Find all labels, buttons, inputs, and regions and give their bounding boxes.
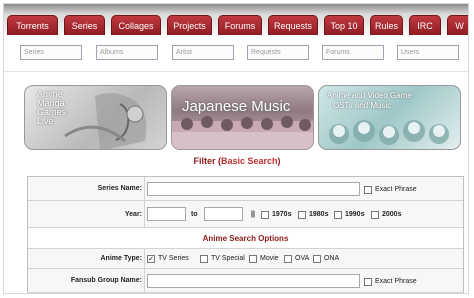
decade-1970s-checkbox[interactable]: [261, 211, 269, 219]
basic-search-link[interactable]: Basic Search: [221, 156, 278, 166]
anime-options-heading-row: Anime Search Options: [28, 228, 463, 249]
tab-rules[interactable]: Rules: [370, 15, 403, 35]
search-users-input[interactable]: Users: [397, 45, 459, 60]
anime-options-heading: Anime Search Options: [202, 234, 289, 243]
search-requests-input[interactable]: Requests: [247, 45, 309, 60]
ova-label: OVA: [295, 255, 310, 262]
column-divider: [144, 249, 145, 268]
top-nav: Torrents Series Collages Projects Forums…: [4, 4, 468, 36]
tab-series[interactable]: Series: [64, 15, 105, 35]
exact-phrase-checkbox[interactable]: [364, 186, 372, 194]
year-row: Year: to || 1970s 1980s 1990s 2000s: [28, 201, 463, 228]
tv-special-checkbox[interactable]: [200, 255, 208, 263]
tab-forums[interactable]: Forums: [218, 15, 262, 35]
movie-checkbox[interactable]: [249, 255, 257, 263]
anime-type-label: Anime Type:: [100, 255, 143, 262]
decade-2000s-checkbox[interactable]: [371, 211, 379, 219]
search-albums-input[interactable]: Albums: [96, 45, 158, 60]
fansub-exact-phrase-checkbox[interactable]: [364, 278, 372, 286]
ona-checkbox[interactable]: [313, 255, 321, 263]
filter-title-text: Filter: [193, 156, 216, 166]
tv-special-label: TV Special: [211, 255, 245, 262]
banner-live-line: Live: [37, 116, 54, 126]
year-separator: ||: [251, 211, 255, 218]
search-forums-input[interactable]: Forums: [322, 45, 384, 60]
decade-1990s-checkbox[interactable]: [334, 211, 342, 219]
filter-heading: Filter (Basic Search): [4, 156, 468, 166]
tab-top10[interactable]: Top 10: [324, 15, 364, 35]
paren-close: ): [277, 156, 281, 166]
tab-irc[interactable]: IRC: [409, 15, 441, 35]
column-divider: [144, 269, 145, 292]
fansub-input[interactable]: [147, 274, 360, 288]
decade-1990s-label: 1990s: [345, 211, 365, 218]
fansub-exact-phrase-label: Exact Phrase: [375, 278, 417, 285]
anime-type-row: Anime Type: ✓ TV Series TV Special Movie…: [28, 249, 463, 269]
tv-series-checkbox[interactable]: ✓: [147, 255, 155, 263]
tab-collages[interactable]: Collages: [111, 15, 161, 35]
tab-wiki[interactable]: W: [447, 15, 468, 35]
banner-ost-sub: OSTs and Music: [333, 101, 392, 110]
year-to-input[interactable]: [204, 207, 243, 221]
ova-checkbox[interactable]: [284, 255, 292, 263]
banner-anime-text: Anime Manga Games Live: [37, 90, 66, 126]
column-divider: [144, 201, 145, 227]
series-name-input[interactable]: [147, 182, 360, 196]
series-name-row: Series Name: Exact Phrase: [28, 177, 463, 201]
decade-1970s-label: 1970s: [272, 211, 292, 218]
movie-label: Movie: [260, 255, 279, 262]
year-label: Year:: [124, 211, 142, 218]
banner-music-title: Japanese Music: [182, 98, 291, 115]
page-frame: Torrents Series Collages Projects Forums…: [3, 3, 469, 294]
ona-label: ONA: [324, 255, 340, 262]
tv-series-label: TV Series: [158, 255, 189, 262]
tab-torrents[interactable]: Torrents: [7, 15, 58, 35]
tab-projects[interactable]: Projects: [167, 15, 212, 35]
banner-ost-title: Anime and Video Game: [327, 91, 412, 100]
search-series-input[interactable]: Series: [20, 45, 82, 60]
series-name-label: Series Name:: [97, 185, 142, 192]
decade-1980s-label: 1980s: [309, 211, 329, 218]
fansub-row: Fansub Group Name: Exact Phrase: [28, 269, 463, 293]
search-form: Series Name: Exact Phrase Year: to || 19…: [27, 176, 464, 293]
decade-2000s-label: 2000s: [382, 211, 402, 218]
banner-japanese-music[interactable]: Japanese Music: [171, 85, 314, 150]
exact-phrase-label: Exact Phrase: [375, 186, 417, 193]
decade-1980s-checkbox[interactable]: [298, 211, 306, 219]
year-from-input[interactable]: [147, 207, 186, 221]
banner-anime-manga[interactable]: Anime Manga Games Live: [24, 85, 167, 150]
banner-ost[interactable]: Anime and Video Game OSTs and Music: [318, 85, 461, 150]
search-artist-input[interactable]: Artist: [172, 45, 234, 60]
fansub-label: Fansub Group Name:: [70, 277, 142, 284]
column-divider: [144, 177, 145, 200]
tab-requests[interactable]: Requests: [268, 15, 318, 35]
year-to-label: to: [191, 211, 198, 218]
search-strip: Series Albums Artist Requests Forums Use…: [4, 36, 468, 72]
music-artwork-image: [172, 116, 313, 149]
